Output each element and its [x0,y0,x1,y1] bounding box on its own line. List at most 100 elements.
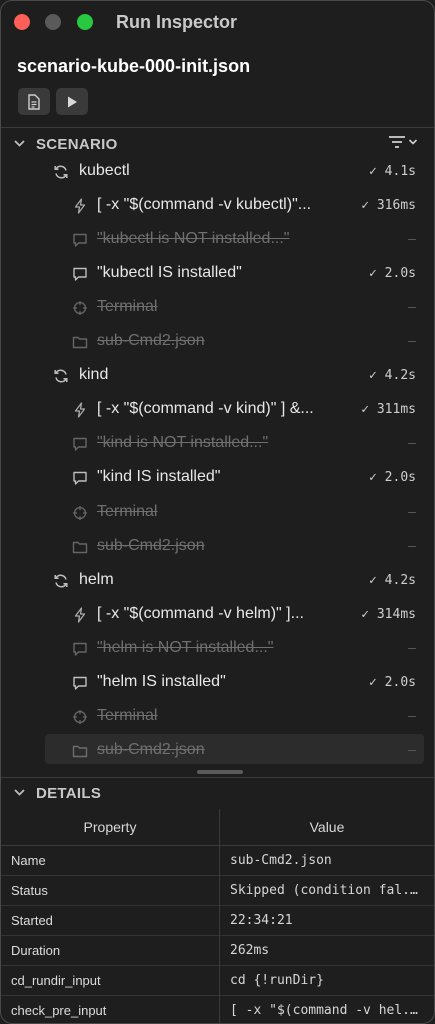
value-cell: 262ms [219,935,434,966]
bolt-icon [72,198,88,214]
tree-row-status: ✓ 2.0s [369,470,416,486]
tree-step-row[interactable]: "kubectl is NOT installed..." – [1,223,434,257]
property-cell: Name [1,845,220,876]
tree-row-status: – [408,708,416,724]
tree-row-status: ✓ 316ms [361,198,416,214]
tree-step-row[interactable]: "helm is NOT installed..." – [1,632,434,666]
chevron-down-icon [14,789,25,796]
tree-step-row[interactable]: Terminal – [1,496,434,530]
value-column-header[interactable]: Value [219,809,434,846]
loop-icon [53,368,69,384]
document-icon [28,93,40,110]
tree-step-row[interactable]: "kind IS installed" ✓ 2.0s [1,461,434,495]
run-button[interactable] [56,88,88,115]
details-section-header[interactable]: DETAILS [1,780,434,806]
tree-step-row[interactable]: Terminal – [1,700,434,734]
comment-icon [72,436,88,452]
details-header-row: Property Value [1,809,434,846]
split-resize-handle[interactable] [197,770,243,774]
tree-row-label: "kind is NOT installed..." [97,434,269,452]
tree-row-label: "kind IS installed" [97,468,221,486]
scenario-section-label: SCENARIO [36,135,118,153]
tree-row-label: "kubectl IS installed" [97,264,242,282]
tree-row-status: – [408,538,416,554]
property-column-header[interactable]: Property [1,809,220,846]
tree-step-row[interactable]: "kubectl IS installed" ✓ 2.0s [1,257,434,291]
tree-step-row[interactable]: sub-Cmd2.json – [1,530,434,564]
details-row[interactable]: check_pre_input[ -x "$(command -v hel... [1,995,434,1023]
property-cell: Duration [1,935,220,966]
zoom-window-button[interactable] [77,14,93,30]
tree-group-row[interactable]: kind ✓ 4.2s [1,359,434,393]
tree-row-status: – [408,504,416,520]
scenario-file-title: scenario-kube-000-init.json [17,56,251,76]
details-section-label: DETAILS [36,784,102,802]
value-cell: [ -x "$(command -v hel... [219,995,434,1023]
details-row[interactable]: cd_rundir_input cd {!runDir} [1,965,434,996]
bolt-icon [72,402,88,418]
value-cell: sub-Cmd2.json [219,845,434,876]
details-row[interactable]: Status Skipped (condition fal... [1,875,434,906]
loop-icon [53,573,69,589]
tree-row-status: – [408,436,416,452]
details-table: Property Value Name sub-Cmd2.json Status Sk… [1,809,434,1023]
tree-row-label: "kubectl is NOT installed..." [97,230,290,248]
tree-step-row[interactable]: [ -x "$(command -v kind)" ] &... ✓ 311ms [1,393,434,427]
tree-row-status: ✓ 314ms [361,606,416,622]
value-cell: cd {!runDir} [219,965,434,996]
title-bar: Run Inspector [1,1,434,43]
folder-icon [72,334,88,350]
filter-menu-button[interactable] [388,135,418,149]
open-document-button[interactable] [18,88,50,115]
loop-icon [53,164,69,180]
tree-step-row[interactable]: [ -x "$(command -v helm)" ]... ✓ 314ms [1,598,434,632]
crosshair-icon [72,300,88,316]
divider [1,777,434,778]
tree-row-status: ✓ 4.2s [369,572,416,588]
property-cell: check_pre_input [1,995,220,1023]
property-cell: Started [1,905,220,936]
run-inspector-window: Run Inspector scenario-kube-000-init.jso… [0,0,435,1024]
tree-row-label: [ -x "$(command -v kubectl)"... [97,196,312,214]
divider [1,127,434,128]
tree-row-label: Terminal [97,706,158,724]
filter-icon [389,136,405,148]
tree-group-row[interactable]: kubectl ✓ 4.1s [1,155,434,189]
tree-row-label: sub-Cmd2.json [97,536,205,554]
tree-row-label: "helm IS installed" [97,672,226,690]
close-window-button[interactable] [14,14,30,30]
comment-icon [72,266,88,282]
tree-row-status: – [408,640,416,656]
tree-step-row[interactable]: [ -x "$(command -v kubectl)"... ✓ 316ms [1,189,434,223]
value-cell: 22:34:21 [219,905,434,936]
tree-group-row[interactable]: helm ✓ 4.2s [1,564,434,598]
tree-step-row[interactable]: "helm IS installed" ✓ 2.0s [1,666,434,700]
details-row[interactable]: Duration 262ms [1,935,434,966]
tree-row-status: ✓ 311ms [361,402,416,418]
tree-row-label: "helm is NOT installed..." [97,638,274,656]
chevron-down-icon [408,139,418,145]
tree-row-label: Terminal [97,502,158,520]
details-row[interactable]: Started 22:34:21 [1,905,434,936]
tree-row-status: – [408,742,416,758]
tree-step-row[interactable]: sub-Cmd2.json – [1,325,434,359]
tree-step-row[interactable]: "kind is NOT installed..." – [1,427,434,461]
tree-step-row[interactable]: Terminal – [1,291,434,325]
minimize-window-button[interactable] [45,14,61,30]
details-row[interactable]: Name sub-Cmd2.json [1,845,434,876]
tree-row-label: [ -x "$(command -v kind)" ] &... [97,400,314,418]
property-cell: cd_rundir_input [1,965,220,996]
scenario-section-header[interactable]: SCENARIO [1,131,434,157]
folder-icon [72,743,88,759]
scenario-tree: kubectl ✓ 4.1s [ -x "$(command -v kubectl)… [1,155,434,767]
tree-row-status: ✓ 4.1s [369,164,416,179]
tree-row-label: sub-Cmd2.json [97,332,205,350]
folder-icon [72,539,88,555]
tree-row-status: ✓ 4.2s [369,368,416,384]
tree-row-status: – [408,334,416,350]
tree-row-label: Terminal [97,298,158,316]
comment-icon [72,675,88,691]
play-icon [68,96,77,107]
tree-step-row[interactable]: sub-Cmd2.json – [1,733,434,768]
comment-icon [72,232,88,248]
